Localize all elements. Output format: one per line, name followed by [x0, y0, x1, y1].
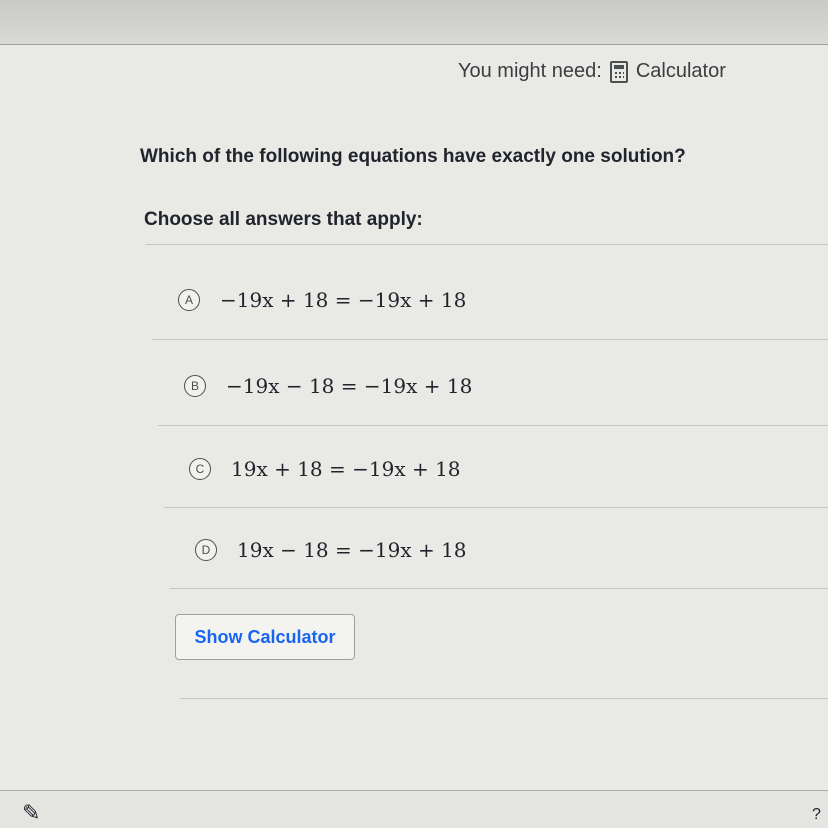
choice-d[interactable]: D 19x − 18 = −19x + 18: [195, 538, 467, 562]
hint-row: You might need: Calculator: [458, 60, 726, 83]
choice-d-equation: 19x − 18 = −19x + 18: [237, 538, 467, 562]
pencil-icon[interactable]: ✎: [22, 800, 40, 826]
choice-a[interactable]: A −19x + 18 = −19x + 18: [178, 288, 466, 312]
calculator-icon[interactable]: [609, 60, 628, 83]
choice-c[interactable]: C 19x + 18 = −19x + 18: [189, 457, 461, 481]
choice-a-equation: −19x + 18 = −19x + 18: [220, 288, 467, 312]
choice-c-radio[interactable]: C: [189, 458, 211, 480]
hint-prefix: You might need:: [458, 60, 602, 82]
bottom-toolbar: [0, 790, 828, 828]
question-prompt: Which of the following equations have ex…: [140, 146, 686, 167]
help-icon[interactable]: ?: [812, 806, 821, 824]
divider: [146, 244, 828, 245]
show-calculator-button[interactable]: Show Calculator: [175, 614, 355, 660]
choice-b[interactable]: B −19x − 18 = −19x + 18: [184, 374, 472, 398]
choice-b-radio[interactable]: B: [184, 375, 206, 397]
divider: [152, 339, 828, 340]
divider: [164, 507, 828, 508]
choice-a-radio[interactable]: A: [178, 289, 200, 311]
top-bar: [0, 0, 828, 45]
divider: [180, 698, 828, 699]
question-instruction: Choose all answers that apply:: [144, 209, 423, 230]
divider: [170, 588, 828, 589]
choice-d-radio[interactable]: D: [195, 539, 217, 561]
choice-b-equation: −19x − 18 = −19x + 18: [226, 374, 473, 398]
divider: [158, 425, 828, 426]
calculator-link[interactable]: Calculator: [636, 60, 726, 83]
choice-c-equation: 19x + 18 = −19x + 18: [231, 457, 461, 481]
